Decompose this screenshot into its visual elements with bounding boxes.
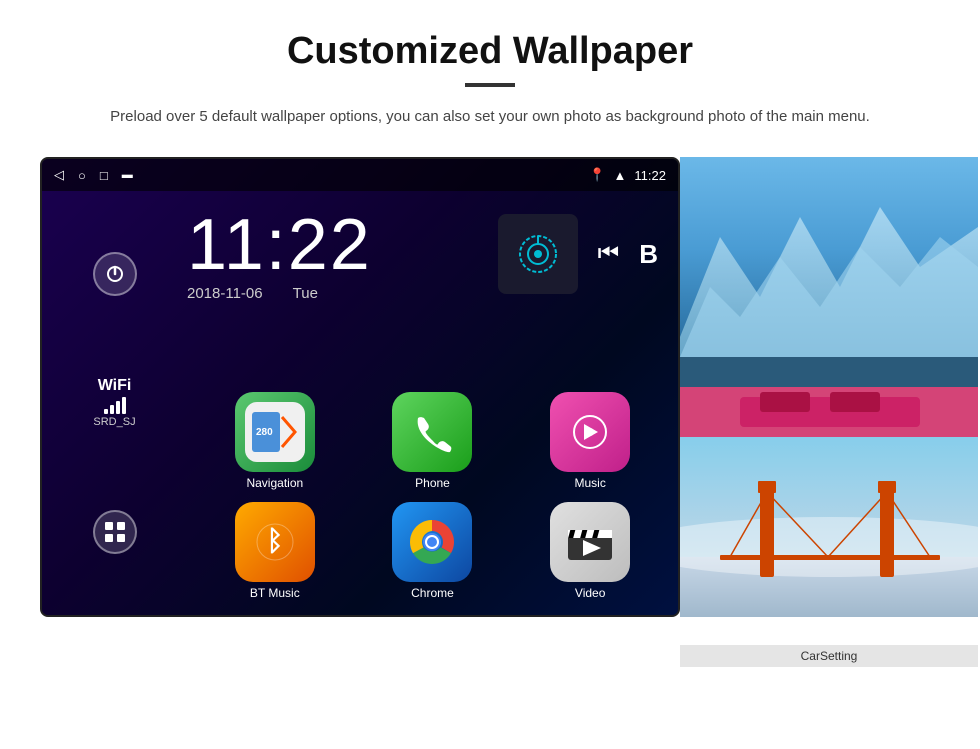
svg-text:280: 280 <box>256 427 273 438</box>
app-label-btmusic: BT Music <box>250 586 300 600</box>
app-item-btmusic[interactable]: ᛒ BT Music <box>202 502 348 600</box>
app-icon-btmusic: ᛒ <box>235 502 315 582</box>
clock-date: 2018-11-06 Tue <box>187 285 372 302</box>
app-icon-video <box>550 502 630 582</box>
wifi-info: WiFi SRD_SJ <box>93 377 135 428</box>
page-container: Customized Wallpaper Preload over 5 defa… <box>0 0 980 687</box>
app-item-phone[interactable]: Phone <box>360 392 506 490</box>
app-label-music: Music <box>574 476 605 490</box>
prev-track-icon[interactable]: ⏮ <box>598 240 620 268</box>
apps-grid-button[interactable] <box>93 510 137 554</box>
app-item-video[interactable]: Video <box>517 502 663 600</box>
device-top-icons: ⏮ B <box>498 214 658 294</box>
app-icon-chrome <box>392 502 472 582</box>
app-item-chrome[interactable]: Chrome <box>360 502 506 600</box>
power-button[interactable] <box>93 252 137 296</box>
wifi-bars <box>93 397 135 414</box>
wifi-bar-1 <box>104 409 108 414</box>
clock-time: 11:22 <box>187 209 372 281</box>
app-item-navigation[interactable]: 280 Navigation <box>202 392 348 490</box>
recents-icon[interactable]: □ <box>100 168 108 183</box>
status-bar-left: ◁ ○ □ ▬ <box>54 167 133 183</box>
app-icon-music <box>550 392 630 472</box>
clock-area: 11:22 2018-11-06 Tue <box>187 209 372 302</box>
title-divider <box>465 83 515 87</box>
app-grid: 280 Navigation Phone <box>187 382 678 615</box>
app-icon-navigation: 280 <box>235 392 315 472</box>
home-icon[interactable]: ○ <box>78 168 86 183</box>
carsetting-label[interactable]: CarSetting <box>680 645 978 667</box>
app-label-video: Video <box>575 586 605 600</box>
track-label: B <box>639 239 658 270</box>
app-label-phone: Phone <box>415 476 450 490</box>
status-bar-right: 📍 ▲ 11:22 <box>589 167 666 183</box>
wifi-ssid: SRD_SJ <box>93 416 135 428</box>
radio-icon-box[interactable] <box>498 214 578 294</box>
svg-text:ᛒ: ᛒ <box>266 525 283 556</box>
app-label-navigation: Navigation <box>246 476 303 490</box>
wifi-bar-3 <box>116 401 120 414</box>
main-content: ◁ ○ □ ▬ 📍 ▲ 11:22 <box>40 157 940 667</box>
device-mockup: ◁ ○ □ ▬ 📍 ▲ 11:22 <box>40 157 680 617</box>
wifi-bar-2 <box>110 405 114 414</box>
wifi-bar-4 <box>122 397 126 414</box>
app-label-chrome: Chrome <box>411 586 454 600</box>
app-item-music[interactable]: Music <box>517 392 663 490</box>
screenshot-icon[interactable]: ▬ <box>122 169 133 181</box>
page-title: Customized Wallpaper <box>40 30 940 73</box>
wallpaper-panel: CarSetting <box>680 157 978 667</box>
wallpaper-preview-pink[interactable] <box>680 387 978 437</box>
wallpaper-preview-bridge[interactable]: CarSetting <box>680 437 978 667</box>
clock-date-value: 2018-11-06 <box>187 285 263 302</box>
wifi-label: WiFi <box>93 377 135 395</box>
location-icon: 📍 <box>589 167 605 183</box>
wifi-icon: ▲ <box>614 168 627 183</box>
page-description: Preload over 5 default wallpaper options… <box>40 105 940 129</box>
status-time: 11:22 <box>634 168 666 183</box>
wallpaper-preview-ice[interactable] <box>680 157 978 387</box>
back-icon[interactable]: ◁ <box>54 167 64 183</box>
app-icon-phone <box>392 392 472 472</box>
clock-day-value: Tue <box>293 285 318 302</box>
device-sidebar: WiFi SRD_SJ <box>42 191 187 615</box>
status-bar: ◁ ○ □ ▬ 📍 ▲ 11:22 <box>42 159 678 191</box>
